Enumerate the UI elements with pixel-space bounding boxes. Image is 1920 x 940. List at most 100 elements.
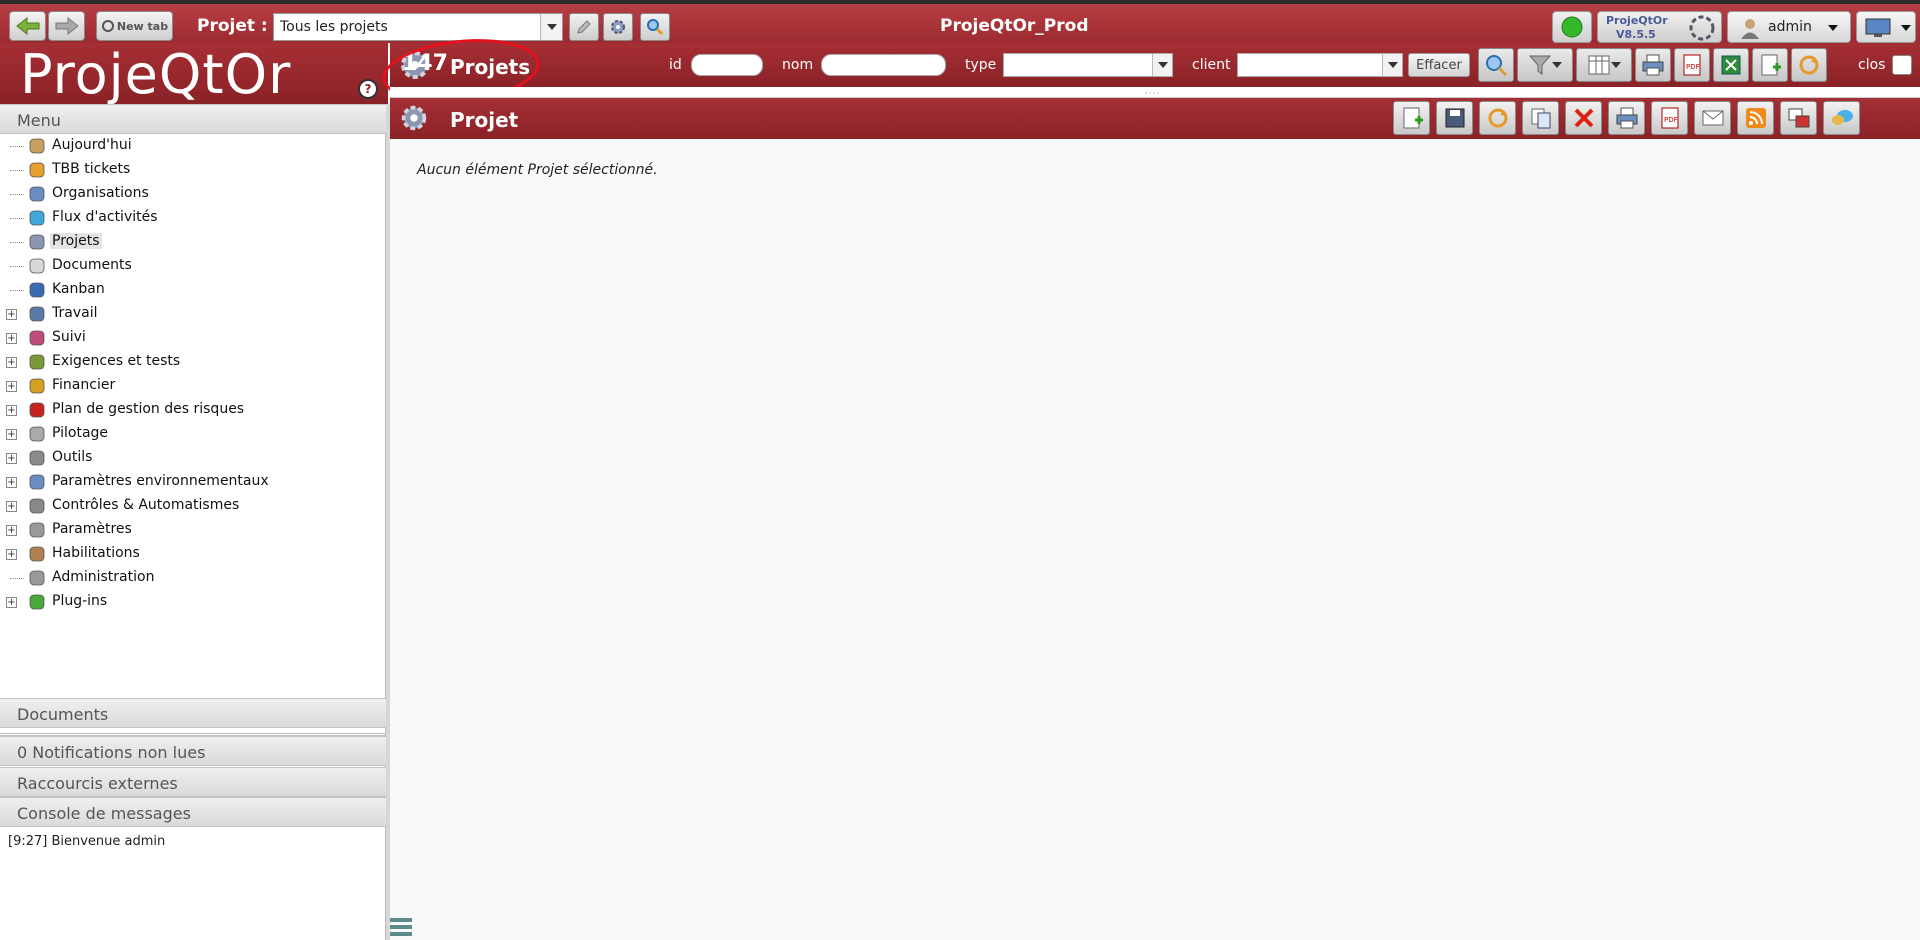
horizontal-splitter[interactable]: ···· (390, 87, 1920, 99)
filter-button[interactable] (1517, 48, 1573, 82)
clear-filter-button[interactable]: Effacer (1408, 53, 1470, 77)
display-mode-button[interactable] (1856, 11, 1916, 43)
computer-icon (29, 306, 45, 322)
rss-button[interactable] (1737, 101, 1774, 135)
menu-item[interactable]: + Financier (0, 374, 386, 398)
expand-toggle-icon[interactable]: + (6, 597, 17, 608)
menu-item-label: Pilotage (52, 425, 109, 441)
expand-toggle-icon[interactable]: + (6, 501, 17, 512)
search-icon (1486, 55, 1508, 77)
excel-export-button[interactable] (1713, 48, 1749, 82)
filter-icon (1528, 55, 1552, 75)
menu-item[interactable]: + Habilitations (0, 542, 386, 566)
help-icon[interactable]: ? (358, 79, 378, 99)
expand-toggle-icon[interactable]: + (6, 405, 17, 416)
project-select-value: Tous les projets (280, 19, 388, 35)
project-edit-button[interactable] (569, 13, 599, 41)
menu-item[interactable]: Aujourd'hui (0, 134, 386, 158)
search-button[interactable] (1478, 48, 1514, 82)
menu-item[interactable]: + Plug-ins (0, 590, 386, 614)
menu-item[interactable]: Kanban (0, 278, 386, 302)
menu-item[interactable]: Organisations (0, 182, 386, 206)
chevron-down-icon[interactable] (540, 14, 562, 40)
gear-icon (611, 20, 625, 34)
columns-button[interactable] (1576, 48, 1632, 82)
forward-button[interactable] (48, 11, 85, 41)
menu-item-label: Exigences et tests (52, 353, 181, 369)
filter-type-select[interactable] (1003, 53, 1173, 77)
copy-button[interactable] (1522, 101, 1559, 135)
print-button[interactable] (1608, 101, 1645, 135)
project-select[interactable]: Tous les projets (273, 13, 563, 41)
menu-item[interactable]: + Suivi (0, 326, 386, 350)
print-list-button[interactable] (1635, 48, 1671, 82)
columns-icon (1588, 55, 1610, 75)
expand-toggle-icon[interactable]: + (6, 549, 17, 560)
tree-connector (10, 194, 24, 195)
vertical-splitter[interactable] (386, 104, 390, 940)
expand-toggle-icon[interactable]: + (6, 477, 17, 488)
menu-item[interactable]: TBB tickets (0, 158, 386, 182)
comments-button[interactable] (1823, 101, 1860, 135)
save-button[interactable] (1436, 101, 1473, 135)
chevron-down-icon[interactable] (1382, 54, 1402, 76)
menu-item-label: Plug-ins (52, 593, 108, 609)
message-console-header[interactable]: Console de messages (0, 797, 386, 827)
delete-button[interactable] (1565, 101, 1602, 135)
filter-client-select[interactable] (1237, 53, 1403, 77)
menu-item[interactable]: + Travail (0, 302, 386, 326)
menu-item[interactable]: Flux d'activités (0, 206, 386, 230)
chat-icon (1831, 110, 1853, 125)
version-box[interactable]: ProjeQtOr V8.5.5 (1597, 11, 1722, 43)
menu-item[interactable]: Projets (0, 230, 386, 254)
expand-toggle-icon[interactable]: + (6, 357, 17, 368)
filter-id-input[interactable] (691, 54, 763, 76)
menu-item[interactable]: + Plan de gestion des risques (0, 398, 386, 422)
gear-icon (29, 234, 45, 250)
tree-connector (10, 266, 24, 267)
chevron-down-icon[interactable] (1152, 54, 1172, 76)
menu-item[interactable]: + Paramètres (0, 518, 386, 542)
multiple-update-button[interactable] (1780, 101, 1817, 135)
menu-header[interactable]: Menu (0, 104, 386, 134)
menu-item[interactable]: + Paramètres environnementaux (0, 470, 386, 494)
menu-item[interactable]: Documents (0, 254, 386, 278)
new-tab-button[interactable]: New tab (96, 11, 173, 41)
database-icon (29, 570, 45, 586)
svg-text:PDF: PDF (1686, 63, 1700, 71)
notifications-header[interactable]: 0 Notifications non lues (0, 736, 386, 766)
connection-status-button[interactable] (1552, 11, 1592, 43)
menu-item[interactable]: + Pilotage (0, 422, 386, 446)
expand-toggle-icon[interactable]: + (6, 381, 17, 392)
left-splitter[interactable] (0, 728, 386, 736)
expand-toggle-icon[interactable]: + (6, 333, 17, 344)
closed-filter-checkbox[interactable] (1892, 55, 1912, 75)
expand-toggle-icon[interactable]: + (6, 453, 17, 464)
menu-item[interactable]: Administration (0, 566, 386, 590)
expand-toggle-icon[interactable]: + (6, 525, 17, 536)
user-menu[interactable]: admin (1727, 11, 1851, 43)
loading-ring-icon (1689, 15, 1715, 41)
project-settings-button[interactable] (603, 13, 633, 41)
new-item-button[interactable] (1752, 48, 1788, 82)
expand-toggle-icon[interactable]: + (6, 429, 17, 440)
new-button[interactable] (1393, 101, 1430, 135)
refresh-button[interactable] (1479, 101, 1516, 135)
project-search-button[interactable] (640, 13, 670, 41)
email-button[interactable] (1694, 101, 1731, 135)
external-shortcuts-header[interactable]: Raccourcis externes (0, 767, 386, 797)
menu-item[interactable]: + Exigences et tests (0, 350, 386, 374)
pdf-list-button[interactable]: PDF (1674, 48, 1710, 82)
menu-item[interactable]: + Outils (0, 446, 386, 470)
filter-name-input[interactable] (821, 54, 946, 76)
menu-bars-icon[interactable] (390, 916, 412, 940)
refresh-list-button[interactable] (1791, 48, 1827, 82)
menu-item-label: Outils (52, 449, 93, 465)
pdf-button[interactable]: PDF (1651, 101, 1688, 135)
expand-toggle-icon[interactable]: + (6, 309, 17, 320)
back-button[interactable] (9, 11, 46, 41)
menu-item[interactable]: + Contrôles & Automatismes (0, 494, 386, 518)
automation-icon (29, 498, 45, 514)
documents-header[interactable]: Documents (0, 698, 386, 728)
menu-item-label: Suivi (52, 329, 86, 345)
